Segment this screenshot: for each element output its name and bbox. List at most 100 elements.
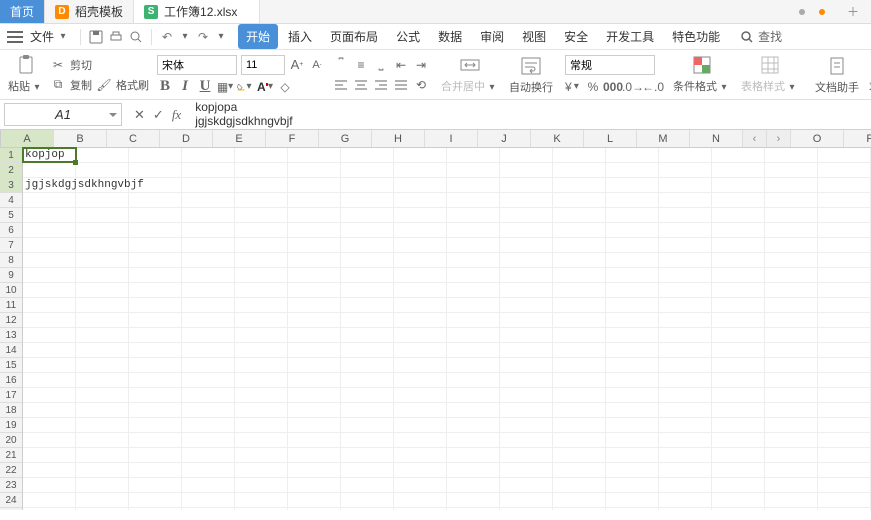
cell[interactable] (606, 433, 659, 447)
row-header[interactable]: 25 (0, 508, 22, 510)
cell[interactable] (182, 253, 235, 267)
cell[interactable] (447, 223, 500, 237)
row-header[interactable]: 19 (0, 418, 22, 433)
tab-formula[interactable]: 公式 (388, 24, 428, 49)
cell[interactable] (712, 358, 765, 372)
cell[interactable] (712, 388, 765, 402)
cell[interactable] (394, 193, 447, 207)
cell[interactable] (394, 268, 447, 282)
cell[interactable] (341, 253, 394, 267)
paste-button[interactable]: 粘贴▾ (4, 54, 48, 96)
cell[interactable] (394, 178, 447, 192)
row-header[interactable]: 9 (0, 268, 22, 283)
cell[interactable] (23, 313, 76, 327)
cell[interactable] (553, 193, 606, 207)
cell[interactable] (765, 178, 818, 192)
cell[interactable] (288, 373, 341, 387)
cell[interactable] (288, 178, 341, 192)
cell[interactable] (712, 508, 765, 510)
cell[interactable] (765, 193, 818, 207)
cell[interactable] (447, 478, 500, 492)
cell[interactable] (76, 238, 129, 252)
cell[interactable] (76, 343, 129, 357)
cell[interactable] (76, 433, 129, 447)
row-header[interactable]: 17 (0, 388, 22, 403)
cell[interactable] (553, 388, 606, 402)
row-header[interactable]: 24 (0, 493, 22, 508)
cell[interactable] (818, 433, 871, 447)
cell[interactable] (500, 298, 553, 312)
cell[interactable] (341, 508, 394, 510)
cell[interactable] (182, 388, 235, 402)
cell[interactable] (447, 418, 500, 432)
cell[interactable] (235, 298, 288, 312)
cell[interactable] (818, 463, 871, 477)
align-justify-icon[interactable] (393, 77, 409, 93)
cell[interactable] (818, 373, 871, 387)
cell-style-button[interactable]: 表格样式▾ (737, 54, 803, 96)
cell[interactable] (288, 478, 341, 492)
cell[interactable] (659, 508, 712, 510)
cell[interactable] (235, 433, 288, 447)
cell[interactable] (818, 223, 871, 237)
tab-data[interactable]: 数据 (430, 24, 470, 49)
cell[interactable] (500, 268, 553, 282)
tab-review[interactable]: 审阅 (472, 24, 512, 49)
cell[interactable] (182, 268, 235, 282)
cell[interactable] (659, 208, 712, 222)
cell[interactable] (23, 163, 76, 177)
cell[interactable] (23, 493, 76, 507)
tab-home[interactable]: 首页 (0, 0, 45, 23)
cell[interactable] (765, 388, 818, 402)
cell[interactable] (182, 448, 235, 462)
cell[interactable] (447, 268, 500, 282)
cell[interactable] (447, 298, 500, 312)
cell[interactable] (765, 163, 818, 177)
col-header-M[interactable]: M (637, 130, 690, 147)
cell[interactable] (129, 148, 182, 162)
cell[interactable] (500, 493, 553, 507)
cell[interactable] (712, 283, 765, 297)
cancel-edit-icon[interactable]: ✕ (134, 107, 145, 123)
tab-template[interactable]: D 稻壳模板 (45, 0, 134, 23)
cell[interactable] (129, 463, 182, 477)
cell[interactable] (182, 478, 235, 492)
cell[interactable] (500, 508, 553, 510)
cell[interactable] (341, 283, 394, 297)
cell[interactable] (606, 178, 659, 192)
cell[interactable] (553, 208, 606, 222)
cell[interactable] (553, 418, 606, 432)
cell[interactable] (447, 178, 500, 192)
cell[interactable] (553, 403, 606, 417)
col-header-F[interactable]: F (266, 130, 319, 147)
cell[interactable] (659, 178, 712, 192)
cell[interactable] (394, 388, 447, 402)
cell[interactable] (182, 298, 235, 312)
cell[interactable] (23, 433, 76, 447)
cell[interactable] (606, 268, 659, 282)
cell[interactable] (765, 343, 818, 357)
cell[interactable] (76, 283, 129, 297)
cell[interactable] (447, 493, 500, 507)
format-painter-button[interactable]: 🖌格式刷 (96, 77, 149, 93)
cell[interactable] (606, 328, 659, 342)
font-grow-icon[interactable]: A+ (289, 57, 305, 73)
cell[interactable] (76, 358, 129, 372)
align-top-icon[interactable]: ⎴ (333, 57, 349, 73)
col-header-K[interactable]: K (531, 130, 584, 147)
align-bottom-icon[interactable]: ⎵ (373, 57, 389, 73)
cell[interactable] (129, 163, 182, 177)
cell[interactable] (235, 148, 288, 162)
cell[interactable] (818, 268, 871, 282)
cell[interactable] (23, 463, 76, 477)
cell[interactable] (394, 223, 447, 237)
cell[interactable] (394, 478, 447, 492)
cell[interactable] (659, 358, 712, 372)
cell[interactable] (129, 418, 182, 432)
cell[interactable] (394, 253, 447, 267)
cell[interactable] (765, 463, 818, 477)
cell[interactable] (235, 403, 288, 417)
cell[interactable] (394, 313, 447, 327)
cell[interactable] (818, 358, 871, 372)
formula-content[interactable]: kopjopa jgjskdgjsdkhngvbjf (189, 100, 871, 129)
